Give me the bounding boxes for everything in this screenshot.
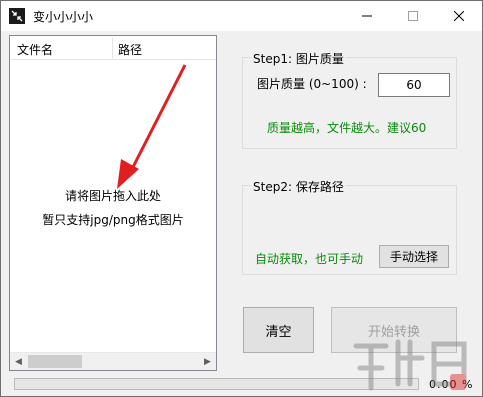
file-list-header: 文件名 路径: [10, 36, 216, 60]
auto-path-text: 自动获取，也可手动: [255, 252, 364, 266]
scroll-left-icon[interactable]: ◀: [10, 353, 27, 370]
horizontal-scrollbar[interactable]: ◀ ▶: [10, 352, 216, 370]
scroll-right-icon[interactable]: ▶: [199, 353, 216, 370]
close-icon: [454, 11, 464, 21]
watermark-logo-icon: [353, 339, 467, 391]
clear-button[interactable]: 清空: [243, 307, 314, 353]
close-button[interactable]: [436, 1, 482, 31]
minimize-icon: [362, 15, 372, 17]
minimize-button[interactable]: [344, 1, 390, 31]
step1-groupbox: Step1: 图片质量 图片质量 (0~100) : 质量越高，文件越大。建议6…: [242, 50, 457, 149]
manual-select-button[interactable]: 手动选择: [379, 245, 449, 268]
step2-groupbox: Step2: 保存路径 自动获取，也可手动 手动选择: [242, 178, 457, 275]
step2-title: Step2: 保存路径: [251, 178, 346, 195]
step1-title: Step1: 图片质量: [251, 50, 346, 67]
file-list-dropzone[interactable]: 文件名 路径 请将图片拖入此处 暂只支持jpg/png格式图片 ◀ ▶: [9, 35, 217, 371]
window-title: 变小小小小: [33, 10, 94, 24]
column-divider[interactable]: [112, 38, 113, 58]
quality-label: 图片质量 (0~100) :: [257, 77, 367, 91]
app-window: 变小小小小 文件名 路径 请将图片拖入此处 暂只支持jpg/png格式图片 ◀ …: [0, 0, 483, 397]
format-hint: 暂只支持jpg/png格式图片: [42, 213, 184, 227]
column-header-path[interactable]: 路径: [118, 41, 142, 58]
scroll-thumb[interactable]: [28, 355, 82, 368]
column-header-filename[interactable]: 文件名: [17, 41, 53, 58]
maximize-button[interactable]: [390, 1, 436, 31]
quality-input[interactable]: [378, 73, 450, 97]
drop-hint: 请将图片拖入此处: [64, 189, 161, 203]
title-bar[interactable]: 变小小小小: [1, 1, 482, 31]
maximize-icon: [408, 11, 418, 21]
app-compress-icon: [9, 8, 25, 24]
red-arrow-icon: [117, 64, 187, 189]
quality-hint: 质量越高，文件越大。建议60: [267, 121, 427, 135]
